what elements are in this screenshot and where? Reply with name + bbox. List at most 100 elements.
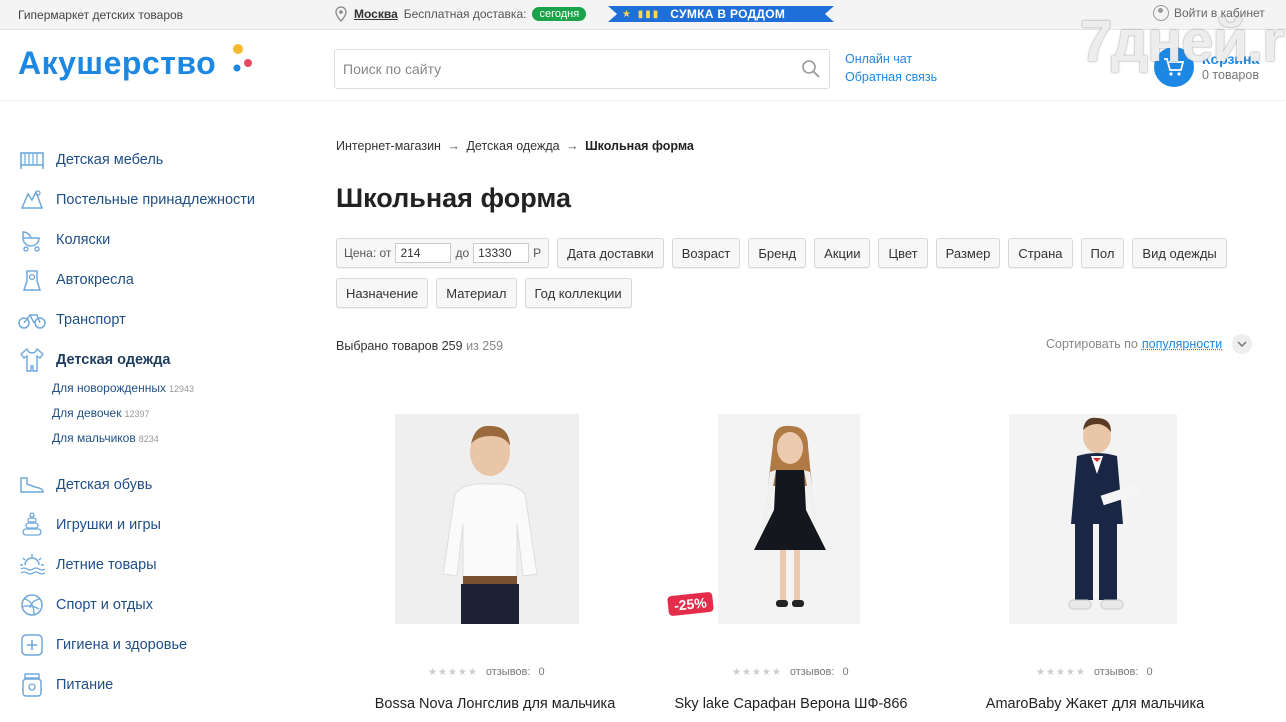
- product-image[interactable]: [718, 414, 860, 624]
- product-name[interactable]: Sky lake Сарафан Верона ШФ-866: [646, 696, 936, 713]
- sidebar-item-label: Детская одежда: [56, 352, 171, 368]
- product-image[interactable]: [395, 414, 579, 624]
- reviews-count: 0: [538, 666, 545, 678]
- results-of-label: из: [466, 339, 479, 353]
- filter-promotions[interactable]: Акции: [814, 238, 871, 268]
- breadcrumb-link[interactable]: Интернет-магазин: [336, 139, 441, 153]
- online-chat-link[interactable]: Онлайн чат: [845, 50, 937, 68]
- chevron-down-icon[interactable]: [1232, 334, 1253, 354]
- subcategory-label: Для девочек: [52, 406, 122, 420]
- sidebar-item-label: Летние товары: [56, 557, 157, 573]
- sidebar-item-furniture[interactable]: Детская мебель: [18, 140, 308, 180]
- sidebar-item-shoes[interactable]: Детская обувь: [18, 465, 308, 505]
- filter-delivery-date[interactable]: Дата доставки: [557, 238, 664, 268]
- search-icon: [802, 60, 820, 78]
- subcategory-boys[interactable]: Для мальчиков 8234: [52, 426, 308, 451]
- location-pin-icon: [335, 6, 347, 22]
- reviews-count: 0: [842, 666, 849, 678]
- filter-color[interactable]: Цвет: [878, 238, 928, 268]
- subcategory-newborn[interactable]: Для новорожденных 12943: [52, 376, 308, 401]
- sidebar-item-toys[interactable]: Игрушки и игры: [18, 505, 308, 545]
- sidebar-item-label: Коляски: [56, 232, 111, 248]
- rating-stars-icon: ★★★★★: [428, 666, 478, 678]
- sidebar-item-food[interactable]: Питание: [18, 665, 308, 705]
- sidebar-item-sport[interactable]: Спорт и отдых: [18, 585, 308, 625]
- reviews-count: 0: [1146, 666, 1153, 678]
- shoe-icon: [18, 472, 46, 498]
- subcategory-count: 8234: [138, 434, 159, 444]
- sort-label: Сортировать по: [1046, 337, 1138, 351]
- feedback-link[interactable]: Обратная связь: [845, 68, 937, 86]
- discount-badge: -25%: [667, 591, 714, 617]
- sidebar-item-summer[interactable]: Летние товары: [18, 545, 308, 585]
- sidebar-item-label: Детская обувь: [56, 477, 153, 493]
- filter-collection-year[interactable]: Год коллекции: [524, 278, 632, 308]
- reviews-label: отзывов:: [1093, 666, 1139, 678]
- hygiene-icon: [18, 632, 46, 658]
- breadcrumb-link[interactable]: Детская одежда: [466, 139, 559, 153]
- city-selector[interactable]: Москва: [354, 7, 398, 21]
- delivery-badge: сегодня: [532, 7, 587, 21]
- results-number: 259: [441, 339, 463, 353]
- sidebar-item-label: Постельные принадлежности: [56, 192, 256, 208]
- reviews-label: отзывов:: [485, 666, 531, 678]
- pyramid-toy-icon: [18, 512, 46, 538]
- promo-banner[interactable]: ★ ▮▮▮ СУМКА В РОДДОМ: [608, 6, 834, 22]
- bicycle-icon: [18, 307, 46, 333]
- product-name[interactable]: Bossa Nova Лонгслив для мальчика: [350, 696, 640, 713]
- sidebar-item-label: Питание: [56, 677, 114, 693]
- product-name[interactable]: AmaroBaby Жакет для мальчика: [950, 696, 1240, 713]
- ball-icon: [18, 592, 46, 618]
- sidebar-item-bedding[interactable]: Постельные принадлежности: [18, 180, 308, 220]
- search-input[interactable]: [335, 50, 793, 88]
- sidebar-item-strollers[interactable]: Коляски: [18, 220, 308, 260]
- filter-material[interactable]: Материал: [436, 278, 517, 308]
- reviews-label: отзывов:: [789, 666, 835, 678]
- bedding-icon: [18, 187, 46, 213]
- product-image[interactable]: [1009, 414, 1177, 624]
- sidebar-item-label: Детская мебель: [56, 152, 164, 168]
- filter-bar: Цена: от до Р Дата доставки Возраст Брен…: [336, 238, 1236, 318]
- price-from-label: Цена: от: [344, 246, 392, 260]
- logo[interactable]: Акушерство: [18, 45, 216, 82]
- breadcrumb: Интернет-магазин → Детская одежда → Школ…: [336, 139, 694, 153]
- breadcrumb-separator: →: [447, 139, 460, 153]
- filter-brand[interactable]: Бренд: [748, 238, 807, 268]
- sidebar-item-label: Транспорт: [56, 312, 126, 328]
- filter-gender[interactable]: Пол: [1080, 238, 1125, 268]
- clothing-subcategories: Для новорожденных 12943 Для девочек 12397 …: [52, 376, 308, 451]
- filter-size[interactable]: Размер: [935, 238, 1001, 268]
- sun-icon: [18, 552, 46, 578]
- subcategory-count: 12397: [124, 409, 150, 419]
- price-from-input[interactable]: [395, 243, 452, 263]
- subcategory-girls[interactable]: Для девочек 12397: [52, 401, 308, 426]
- filter-purpose[interactable]: Назначение: [336, 278, 429, 308]
- sidebar-item-hygiene[interactable]: Гигиена и здоровье: [18, 625, 308, 665]
- car-seat-icon: [18, 267, 46, 293]
- sidebar-item-clothing[interactable]: Детская одежда: [18, 340, 308, 380]
- sidebar-item-car-seats[interactable]: Автокресла: [18, 260, 308, 300]
- sidebar-item-label: Игрушки и игры: [56, 517, 161, 533]
- filter-age[interactable]: Возраст: [671, 238, 741, 268]
- sidebar-item-label: Спорт и отдых: [56, 597, 153, 613]
- stroller-icon: [18, 227, 46, 253]
- sort-dropdown[interactable]: популярности: [1142, 337, 1222, 351]
- price-filter: Цена: от до Р: [336, 238, 550, 268]
- delivery-label: Бесплатная доставка:: [403, 7, 527, 21]
- filter-country[interactable]: Страна: [1008, 238, 1073, 268]
- product-rating: ★★★★★ отзывов: 0: [1036, 666, 1153, 678]
- category-sidebar: Детская мебель Постельные принадлежности…: [18, 140, 308, 705]
- contact-links: Онлайн чат Обратная связь: [845, 50, 937, 86]
- watermark: 7дней.ru: [1080, 9, 1286, 74]
- logo-dots-icon: [233, 44, 252, 72]
- results-total: 259: [482, 339, 504, 353]
- price-to-input[interactable]: [473, 243, 530, 263]
- search-button[interactable]: [793, 50, 829, 88]
- sort-control: Сортировать по популярности: [1046, 334, 1253, 354]
- sidebar-item-transport[interactable]: Транспорт: [18, 300, 308, 340]
- price-to-label: до: [455, 246, 470, 260]
- product-rating: ★★★★★ отзывов: 0: [428, 666, 545, 678]
- filter-clothing-type[interactable]: Вид одежды: [1132, 238, 1227, 268]
- crib-icon: [18, 147, 46, 173]
- rating-stars-icon: ★★★★★: [732, 666, 782, 678]
